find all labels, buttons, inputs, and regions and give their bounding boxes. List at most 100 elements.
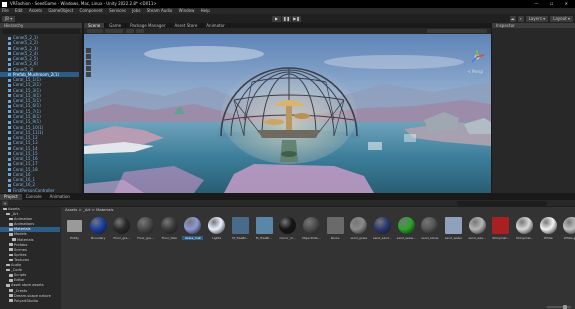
asset-tile[interactable]: Entity <box>65 217 84 240</box>
gameobject-icon <box>8 47 11 51</box>
asset-tile[interactable]: ObjectInte... <box>302 217 321 240</box>
scale-tool-icon[interactable] <box>86 66 91 71</box>
asset-tile[interactable]: sand_seaw... <box>397 217 416 240</box>
layout-dropdown[interactable]: Layout ▾ <box>550 15 573 22</box>
material-sphere-icon <box>421 217 439 234</box>
account-dropdown[interactable]: JB ▾ <box>2 15 16 22</box>
asset-label: mirror_m... <box>279 236 296 240</box>
scene-snap-toggle[interactable] <box>136 29 144 33</box>
asset-label: Floor_gre... <box>137 236 154 240</box>
gameobject-icon <box>8 89 11 93</box>
rect-tool-icon[interactable] <box>86 72 91 77</box>
folder-tree-item[interactable]: PolyartStudio <box>0 299 60 304</box>
asset-tile[interactable]: Boundary <box>89 217 108 240</box>
hierarchy-row-label: Coral_15_15 <box>13 150 38 156</box>
asset-label: Shinymat... <box>516 236 534 240</box>
gameobject-icon <box>8 141 11 145</box>
gameobject-icon <box>8 115 11 119</box>
scene-grid-toggle[interactable] <box>126 29 134 33</box>
folder-label: Dream-scape nature <box>14 293 51 298</box>
asset-tile[interactable]: Floor_gre... <box>136 217 155 240</box>
menu-file[interactable]: File <box>2 8 9 13</box>
asset-tile[interactable]: Floor_tiles <box>160 217 179 240</box>
hierarchy-row-label: Coral_15_10(1) <box>13 124 44 130</box>
asset-label: Entity <box>70 236 79 240</box>
asset-tile[interactable]: White.grey <box>562 217 575 240</box>
asset-tile[interactable]: sand_wav... <box>468 217 487 240</box>
asset-tile[interactable]: Glass_mat <box>182 217 204 240</box>
hierarchy-row-label: Coral_15_17 <box>13 161 38 167</box>
material-sphere-icon <box>516 217 534 234</box>
folder-icon <box>6 263 10 267</box>
search-icon[interactable]: ⌕ <box>517 15 524 22</box>
icon-size-slider[interactable] <box>547 304 571 309</box>
material-sphere-icon <box>89 217 107 234</box>
scene-view-options[interactable] <box>427 29 487 33</box>
asset-tile[interactable]: sand_water <box>444 217 463 240</box>
asset-tile[interactable]: M_TreeBr... <box>255 217 274 240</box>
perspective-label[interactable]: < Persp <box>467 69 483 74</box>
material-sphere-icon <box>208 217 226 234</box>
inspector-tab[interactable]: Inspector <box>492 23 575 28</box>
play-button[interactable]: ▶ <box>272 15 281 22</box>
cloud-icon[interactable]: ☁ <box>509 15 516 22</box>
folder-label: PolyartStudio <box>14 298 38 303</box>
folder-label: _Code <box>11 268 22 273</box>
folder-icon <box>9 299 13 302</box>
breadcrumb[interactable]: Assets > _Art > Materials <box>61 207 575 213</box>
asset-tile[interactable]: Floor_gre... <box>112 217 131 240</box>
hierarchy-scrollbar[interactable] <box>79 35 82 193</box>
menu-steam-audio[interactable]: Steam Audio <box>147 8 173 13</box>
scene-pivot-dropdown[interactable] <box>105 29 123 33</box>
folder-label: Scenes <box>14 247 27 252</box>
folder-icon <box>9 258 13 262</box>
window-controls[interactable]: — ☐ ✕ <box>535 0 573 8</box>
step-button[interactable]: ▶❚ <box>292 15 301 22</box>
menu-component[interactable]: Component <box>80 8 103 13</box>
gameobject-icon <box>8 62 11 66</box>
folder-label: Models <box>14 232 27 237</box>
asset-tile[interactable]: mirror_m... <box>278 217 297 240</box>
menu-window[interactable]: Window <box>179 8 195 13</box>
asset-tile[interactable]: Rocks <box>326 217 345 240</box>
asset-tile[interactable]: Shinymat... <box>515 217 534 240</box>
hierarchy-search-input[interactable] <box>2 29 80 34</box>
asset-tile[interactable]: sand_stone <box>420 217 439 240</box>
folder-icon <box>9 228 13 231</box>
move-tool-icon[interactable] <box>86 54 91 59</box>
material-sphere-icon <box>160 217 178 234</box>
menu-edit[interactable]: Edit <box>15 8 23 13</box>
folder-icon <box>9 279 13 282</box>
layers-dropdown[interactable]: Layers ▾ <box>525 15 549 22</box>
asset-tile[interactable]: sand_sand... <box>373 217 392 240</box>
gameobject-icon <box>8 41 11 45</box>
menu-jobs[interactable]: Jobs <box>132 8 140 13</box>
asset-label: M_TreeBr... <box>232 236 249 240</box>
asset-tile[interactable]: sand_grass <box>349 217 368 240</box>
create-asset-button[interactable]: + ▾ <box>2 201 8 211</box>
pause-button[interactable]: ❚❚ <box>282 15 291 22</box>
asset-label: sand_wav... <box>468 236 486 240</box>
folder-icon <box>9 243 13 246</box>
play-controls: ▶ ❚❚ ▶❚ <box>272 15 301 22</box>
hand-tool-icon[interactable] <box>86 48 91 53</box>
hierarchy-tab[interactable]: Hierarchy <box>0 23 82 28</box>
menu-services[interactable]: Services <box>109 8 126 13</box>
project-search-input[interactable] <box>457 201 547 206</box>
scene-tool-handle[interactable] <box>87 29 103 33</box>
asset-browser: Assets > _Art > Materials Entity Boundary… <box>61 207 575 309</box>
gameobject-icon <box>8 147 11 151</box>
folder-label: Animation <box>14 217 33 222</box>
rotate-tool-icon[interactable] <box>86 60 91 65</box>
menu-gameobject[interactable]: GameObject <box>48 8 73 13</box>
asset-tile[interactable]: M_TreeBr... <box>231 217 250 240</box>
scene-viewport[interactable]: < Persp <box>84 34 491 193</box>
orientation-gizmo-icon[interactable] <box>469 49 485 65</box>
asset-tile[interactable]: White <box>539 217 558 240</box>
menu-help[interactable]: Help <box>201 8 210 13</box>
asset-tile[interactable]: Shinymat... <box>491 217 510 240</box>
asset-tile[interactable]: Lights <box>207 217 226 240</box>
asset-label: sand_stone <box>421 236 439 240</box>
asset-label: sand_grass <box>350 236 368 240</box>
menu-assets[interactable]: Assets <box>29 8 42 13</box>
